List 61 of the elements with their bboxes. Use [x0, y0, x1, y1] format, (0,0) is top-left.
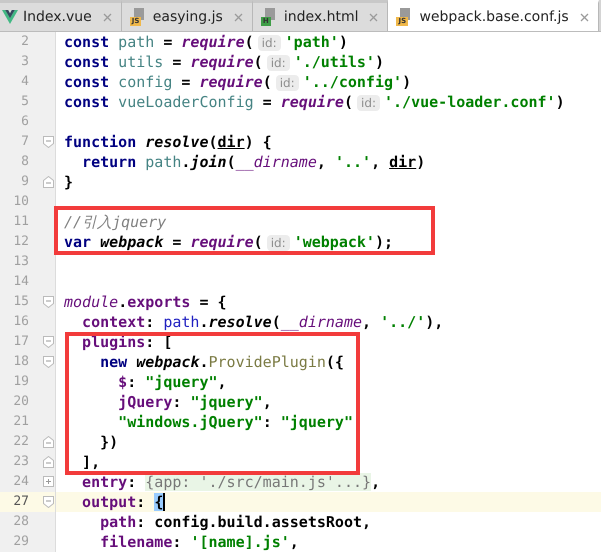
vue-file-icon — [2, 10, 18, 24]
line-number: 15 — [13, 293, 29, 311]
code-line: function resolve(dir) { — [63, 132, 272, 152]
code-line: output: { — [81, 492, 166, 512]
code-line: "windows.jQuery": "jquery" — [117, 412, 353, 432]
close-icon[interactable] — [369, 12, 378, 22]
fold-icon[interactable] — [43, 176, 54, 188]
line-number: 9 — [21, 173, 29, 191]
code-line: const config = require( id: '../config') — [63, 72, 412, 92]
line-number: 20 — [13, 393, 29, 411]
code-line: } — [63, 172, 74, 192]
line-number: 28 — [13, 513, 29, 531]
fold-icon[interactable] — [43, 456, 54, 468]
line-number: 23 — [13, 453, 29, 471]
line-number: 3 — [21, 53, 29, 71]
line-number: 17 — [13, 333, 29, 351]
line-number: 19 — [13, 373, 29, 391]
line-number: 7 — [21, 133, 29, 151]
fold-icon[interactable] — [43, 136, 54, 148]
line-number: 21 — [13, 413, 29, 431]
code-line: filename: '[name].js', — [99, 532, 299, 552]
code-line: new webpack.ProvidePlugin({ — [99, 352, 344, 372]
line-number: 16 — [13, 313, 29, 331]
close-icon[interactable] — [234, 12, 243, 22]
fold-icon[interactable] — [43, 336, 54, 348]
line-number: 12 — [13, 233, 29, 251]
fold-icon[interactable] — [43, 436, 54, 448]
code-line: ], — [81, 452, 100, 472]
line-number: 6 — [21, 113, 29, 131]
code-line: }) — [99, 432, 118, 452]
line-number: 13 — [13, 253, 29, 271]
line-number: 4 — [21, 73, 29, 91]
line-number: 22 — [13, 433, 29, 451]
fold-icon[interactable] — [43, 296, 54, 308]
line-number: 24 — [13, 473, 29, 491]
editor-tab[interactable]: Index.vue — [0, 0, 122, 31]
line-number: 10 — [13, 193, 29, 211]
code-line: $: "jquery", — [117, 372, 227, 392]
code-line: return path.join(__dirname, '..', dir) — [81, 152, 426, 172]
code-line: context: path.resolve(__dirname, '../'), — [81, 312, 444, 332]
line-number: 11 — [13, 213, 29, 231]
expand-icon[interactable] — [43, 476, 54, 487]
code-line: //引入jquery — [63, 212, 166, 232]
close-icon[interactable] — [102, 12, 112, 22]
line-number: 29 — [13, 533, 29, 551]
code-line: const vueLoaderConfig = require( id: './vue-loader.conf') — [63, 92, 565, 112]
code-line: module.exports = { — [63, 292, 227, 312]
line-number: 27 — [13, 493, 29, 511]
line-number: 18 — [13, 353, 29, 371]
line-number: 2 — [21, 33, 29, 51]
code-line: const path = require( id: 'path') — [63, 32, 348, 52]
fold-icon[interactable] — [43, 356, 54, 368]
line-number: 14 — [13, 273, 29, 291]
code-line: path: config.build.assetsRoot, — [99, 512, 372, 532]
code-line: const utils = require( id: './utils') — [63, 52, 384, 72]
close-icon[interactable] — [580, 12, 589, 22]
code-line: var webpack = require( id: 'webpack'); — [63, 232, 394, 252]
line-number: 5 — [21, 93, 29, 111]
line-number: 8 — [21, 153, 29, 171]
fold-icon[interactable] — [43, 496, 54, 508]
code-line: jQuery: "jquery", — [117, 392, 272, 412]
